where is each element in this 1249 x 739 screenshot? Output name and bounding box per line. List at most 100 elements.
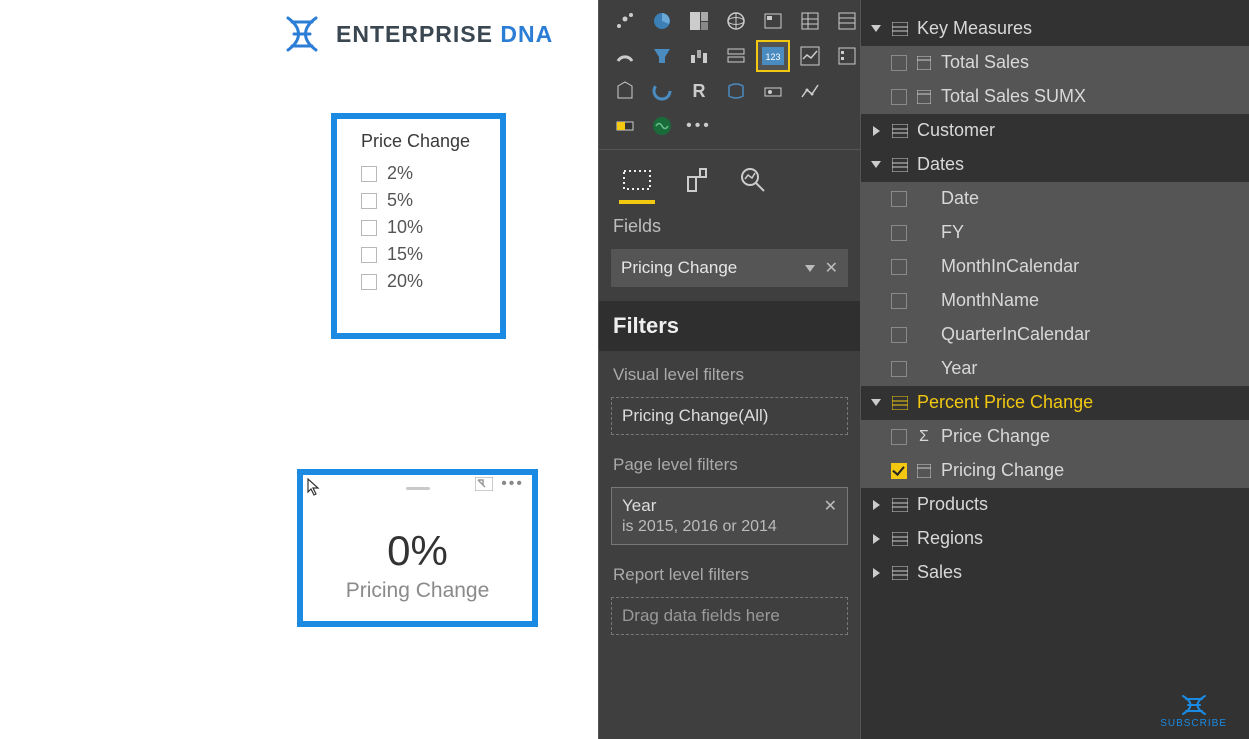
viz-slicer-icon[interactable] [831,41,863,71]
checkbox-icon[interactable] [361,193,377,209]
measure-icon [915,56,933,70]
table-dates[interactable]: Dates [861,148,1249,182]
table-icon [891,532,909,546]
field-checkbox[interactable] [891,191,907,207]
viz-scatter-icon[interactable] [609,6,641,36]
table-icon [891,158,909,172]
field-price-change[interactable]: Σ Price Change [861,420,1249,454]
page-level-filters-label: Page level filters [599,441,860,481]
field-year[interactable]: Year [861,352,1249,386]
viz-more-icon[interactable]: ••• [683,111,715,141]
subscribe-badge[interactable]: SUBSCRIBE [1160,692,1227,729]
table-icon [891,124,909,138]
field-total-sales[interactable]: Total Sales [861,46,1249,80]
viz-custom5-icon[interactable] [646,111,678,141]
table-products[interactable]: Products [861,488,1249,522]
visualizations-panel: 123 R ••• Fields Pricing Change ✕ Filter… [598,0,860,739]
viz-custom1-icon[interactable] [609,76,641,106]
report-filter-dropzone[interactable]: Drag data fields here [611,597,848,635]
viz-gauge-icon[interactable] [609,41,641,71]
format-tab[interactable] [677,162,713,198]
viz-pie-icon[interactable] [646,6,678,36]
svg-text:R: R [693,81,706,101]
field-well[interactable]: Pricing Change ✕ [611,249,848,287]
card-value: 0% [303,527,532,575]
visualization-type-grid: 123 R ••• [599,0,860,149]
fields-panel: Key Measures Total Sales Total Sales SUM… [860,0,1249,739]
checkbox-icon[interactable] [361,220,377,236]
field-checkbox[interactable] [891,429,907,445]
price-change-slicer[interactable]: Price Change 2% 5% 10% 15% 20% [331,113,506,339]
field-checkbox[interactable] [891,361,907,377]
slicer-title: Price Change [361,131,476,152]
report-canvas: ENTERPRISE DNA Price Change 2% 5% 10% 15… [0,0,598,739]
viz-custom4-icon[interactable] [609,111,641,141]
viz-custom2-icon[interactable] [757,76,789,106]
pricing-change-card[interactable]: ••• 0% Pricing Change [297,469,538,627]
field-checkbox[interactable] [891,89,907,105]
viz-treemap-icon[interactable] [683,6,715,36]
viz-filledmap-icon[interactable] [757,6,789,36]
viz-globe-icon[interactable] [720,6,752,36]
field-date[interactable]: Date [861,182,1249,216]
table-icon [891,566,909,580]
table-icon [891,22,909,36]
viz-r-icon[interactable]: R [683,76,715,106]
remove-filter-icon[interactable]: ✕ [824,496,837,516]
table-percent-price-change[interactable]: Percent Price Change [861,386,1249,420]
table-customer[interactable]: Customer [861,114,1249,148]
field-fy[interactable]: FY [861,216,1249,250]
field-checkbox[interactable] [891,293,907,309]
viz-custom3-icon[interactable] [794,76,826,106]
field-checkbox[interactable] [891,225,907,241]
slicer-option[interactable]: 10% [361,214,476,241]
checkbox-icon[interactable] [361,247,377,263]
chevron-down-icon[interactable] [805,265,815,272]
filters-header: Filters [599,301,860,351]
viz-property-tabs [599,149,860,198]
measure-icon [915,464,933,478]
viz-card-icon[interactable]: 123 [757,41,789,71]
checkbox-icon[interactable] [361,274,377,290]
drag-grip-icon[interactable] [406,487,430,490]
viz-multirow-icon[interactable] [720,41,752,71]
slicer-option[interactable]: 20% [361,268,476,295]
analytics-tab[interactable] [735,162,771,198]
page-filter[interactable]: Year is 2015, 2016 or 2014 ✕ [611,487,848,545]
measure-icon [915,90,933,104]
field-checkbox-checked[interactable] [891,463,907,479]
slicer-option[interactable]: 2% [361,160,476,187]
slicer-option[interactable]: 5% [361,187,476,214]
field-total-sales-sumx[interactable]: Total Sales SUMX [861,80,1249,114]
viz-kpi-icon[interactable] [794,41,826,71]
field-checkbox[interactable] [891,327,907,343]
slicer-option[interactable]: 15% [361,241,476,268]
viz-matrix-icon[interactable] [794,6,826,36]
checkbox-icon[interactable] [361,166,377,182]
table-regions[interactable]: Regions [861,522,1249,556]
fields-tab[interactable] [619,162,655,198]
more-options-icon[interactable]: ••• [501,479,524,489]
svg-text:123: 123 [765,52,780,62]
viz-funnel-icon[interactable] [646,41,678,71]
remove-field-icon[interactable]: ✕ [825,258,838,278]
sigma-icon: Σ [915,428,933,446]
table-icon [891,396,909,410]
field-well-value: Pricing Change [621,258,737,278]
viz-waterfall-icon[interactable] [683,41,715,71]
field-month-in-calendar[interactable]: MonthInCalendar [861,250,1249,284]
field-checkbox[interactable] [891,259,907,275]
field-quarter-in-calendar[interactable]: QuarterInCalendar [861,318,1249,352]
card-header[interactable]: ••• [303,475,532,499]
field-pricing-change[interactable]: Pricing Change [861,454,1249,488]
table-sales[interactable]: Sales [861,556,1249,590]
viz-table-icon[interactable] [831,6,863,36]
field-month-name[interactable]: MonthName [861,284,1249,318]
visual-filter[interactable]: Pricing Change(All) [611,397,848,435]
viz-arcgis-icon[interactable] [720,76,752,106]
viz-donut-icon[interactable] [646,76,678,106]
dna-logo-icon [282,14,326,54]
table-key-measures[interactable]: Key Measures [861,12,1249,46]
field-checkbox[interactable] [891,55,907,71]
focus-mode-icon[interactable] [475,477,493,491]
